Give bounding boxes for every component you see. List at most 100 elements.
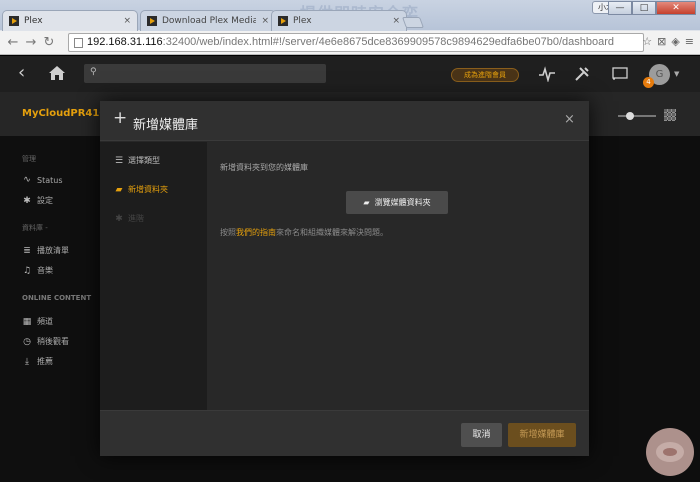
step-label: 選擇類型	[128, 156, 160, 165]
add-library-button[interactable]: 新增媒體庫	[508, 423, 576, 447]
bookmark-star-icon[interactable]: ☆	[642, 35, 652, 48]
gear-icon: ✱	[115, 213, 123, 224]
tab-close-icon[interactable]: ×	[261, 16, 269, 26]
sidebar-item-recommended[interactable]: ⤓ 推薦	[22, 356, 53, 367]
naming-hint: 按照我們的指南來命名和組織媒體來解決問題。	[220, 227, 388, 238]
tab-title: Download Plex Media Se	[162, 16, 257, 26]
new-tab-button[interactable]	[401, 17, 425, 28]
sidebar-item-label: 頻道	[37, 317, 53, 326]
browse-button-label: 瀏覽媒體資料夾	[374, 198, 431, 207]
url-path: :32400/web/index.html#!/server/4e6e8675d…	[162, 36, 615, 48]
sidebar-item-label: Status	[37, 175, 63, 185]
minimize-button[interactable]: —	[608, 1, 632, 15]
wizard-steps: ☰ 選擇類型 ▰ 新增資料夾 ✱ 進階	[100, 142, 207, 410]
step-select-type[interactable]: ☰ 選擇類型	[114, 155, 160, 166]
hint-prefix: 按照	[220, 228, 236, 237]
extension-icon[interactable]: ◈	[671, 35, 679, 48]
toolbar-extension-icons: ☆ ⊠ ◈ ≡	[642, 35, 694, 48]
menu-icon[interactable]: ≡	[685, 35, 694, 48]
activity-icon[interactable]	[538, 66, 556, 82]
step-advanced: ✱ 進階	[114, 213, 144, 224]
step-label: 新增資料夾	[128, 185, 168, 194]
url-host: 192.168.31.116	[87, 36, 163, 48]
forward-arrow-icon[interactable]: →	[22, 34, 40, 52]
search-icon: ⚲	[90, 67, 97, 77]
sidebar-item-label: 播放清單	[37, 246, 69, 255]
home-icon[interactable]	[48, 65, 66, 81]
zoom-slider[interactable]	[618, 112, 656, 120]
close-icon[interactable]: ×	[564, 112, 575, 127]
go-premium-button[interactable]: 成為進階會員	[451, 68, 519, 82]
sidebar-item-watch-later[interactable]: ◷ 稍後觀看	[22, 336, 69, 347]
channels-grid-icon: ▦	[22, 316, 32, 327]
plex-favicon	[278, 16, 288, 26]
sidebar-item-settings[interactable]: ✱ 設定	[22, 195, 53, 206]
layers-icon: ☰	[114, 155, 124, 166]
notification-badge: 4	[643, 77, 654, 88]
step-label: 進階	[128, 214, 144, 223]
back-chevron-icon[interactable]: ‹	[18, 64, 25, 82]
sidebar-item-label: 推薦	[37, 357, 53, 366]
sidebar-item-music[interactable]: ♫ 音樂	[22, 265, 53, 276]
pig-watermark-logo	[646, 428, 694, 476]
add-folder-label: 新增資料夾到您的媒體庫	[220, 163, 308, 172]
playlist-icon: ≣	[23, 245, 31, 256]
folder-icon: ▰	[115, 184, 123, 195]
guide-link[interactable]: 我們的指南	[236, 228, 276, 237]
maximize-button[interactable]: □	[632, 1, 656, 15]
back-arrow-icon[interactable]: ←	[4, 34, 22, 52]
download-icon: ⤓	[25, 356, 29, 367]
cancel-button[interactable]: 取消	[461, 423, 502, 447]
folder-open-icon: ▰	[363, 198, 370, 207]
window-close-button[interactable]: ✕	[656, 1, 696, 15]
sidebar-item-label: 設定	[37, 196, 53, 205]
slider-knob[interactable]	[626, 112, 634, 120]
browser-titlebar: 提供即時安全奕 Plex × Download Plex Media Se × …	[0, 0, 700, 31]
clock-icon: ◷	[23, 336, 31, 347]
sidebar-item-status[interactable]: ∿ Status	[22, 175, 63, 185]
dialog-footer: 取消 新增媒體庫	[100, 410, 589, 456]
plus-icon: +	[113, 108, 128, 128]
reload-icon[interactable]: ↻	[40, 34, 58, 52]
activity-icon: ∿	[23, 175, 31, 185]
tab-title: Plex	[24, 16, 43, 26]
settings-tools-icon[interactable]	[574, 66, 590, 82]
plex-topbar: ‹ ⚲ 成為進階會員 G 4 ▼	[0, 56, 700, 92]
tab-title: Plex	[293, 16, 312, 26]
window-controls: — □ ✕	[608, 1, 696, 15]
sidebar-header-online: ONLINE CONTENT	[22, 294, 92, 302]
add-library-dialog: + 新增媒體庫 × ☰ 選擇類型 ▰ 新增資料夾 ✱ 進階 新增資料夾到您的媒體庫 ▰…	[100, 101, 589, 456]
dialog-title: 新增媒體庫	[133, 118, 199, 133]
browser-tab-plex-2[interactable]: Plex ×	[271, 10, 407, 31]
page-icon	[74, 38, 83, 48]
tab-close-icon[interactable]: ×	[123, 16, 131, 26]
plex-app: ‹ ⚲ 成為進階會員 G 4 ▼ MyCloudPR4100 管理 ∿ Statu…	[0, 56, 700, 482]
browser-tab-plex-active[interactable]: Plex ×	[2, 10, 138, 31]
chevron-down-icon[interactable]: ▼	[674, 70, 679, 78]
browser-chrome: 提供即時安全奕 Plex × Download Plex Media Se × …	[0, 0, 700, 55]
hint-suffix: 來命名和組織媒體來解決問題。	[276, 228, 388, 237]
search-input[interactable]: ⚲	[84, 64, 326, 83]
grid-view-icon[interactable]	[664, 109, 676, 121]
tab-close-icon[interactable]: ×	[392, 16, 400, 26]
sidebar-item-label: 音樂	[37, 266, 53, 275]
browser-toolbar: ← → ↻ 192.168.31.116:32400/web/index.htm…	[0, 31, 700, 55]
sidebar-item-channels[interactable]: ▦ 頻道	[22, 316, 53, 327]
sidebar-header-manage: 管理	[22, 155, 36, 163]
translate-icon[interactable]: ⊠	[657, 35, 666, 48]
browser-tab-download[interactable]: Download Plex Media Se ×	[140, 10, 276, 31]
sidebar: 管理 ∿ Status ✱ 設定 資料庫 - ≣ 播放清單 ♫ 音樂 ONLINE CO…	[0, 136, 100, 482]
address-bar[interactable]: 192.168.31.116:32400/web/index.html#!/se…	[68, 33, 644, 52]
cast-icon[interactable]	[612, 67, 628, 81]
browse-folder-button[interactable]: ▰ 瀏覽媒體資料夾	[346, 191, 448, 214]
sidebar-item-label: 稍後觀看	[37, 337, 69, 346]
music-note-icon: ♫	[22, 265, 32, 276]
plex-favicon	[9, 16, 19, 26]
dialog-header: + 新增媒體庫 ×	[100, 101, 589, 141]
step-add-folder[interactable]: ▰ 新增資料夾	[114, 184, 168, 195]
plex-favicon	[147, 16, 157, 26]
sidebar-item-playlists[interactable]: ≣ 播放清單	[22, 245, 69, 256]
sidebar-header-library[interactable]: 資料庫 -	[22, 223, 48, 233]
dialog-body: 新增資料夾到您的媒體庫 ▰ 瀏覽媒體資料夾 按照我們的指南來命名和組織媒體來解決問…	[207, 142, 589, 410]
gear-icon: ✱	[23, 195, 31, 206]
